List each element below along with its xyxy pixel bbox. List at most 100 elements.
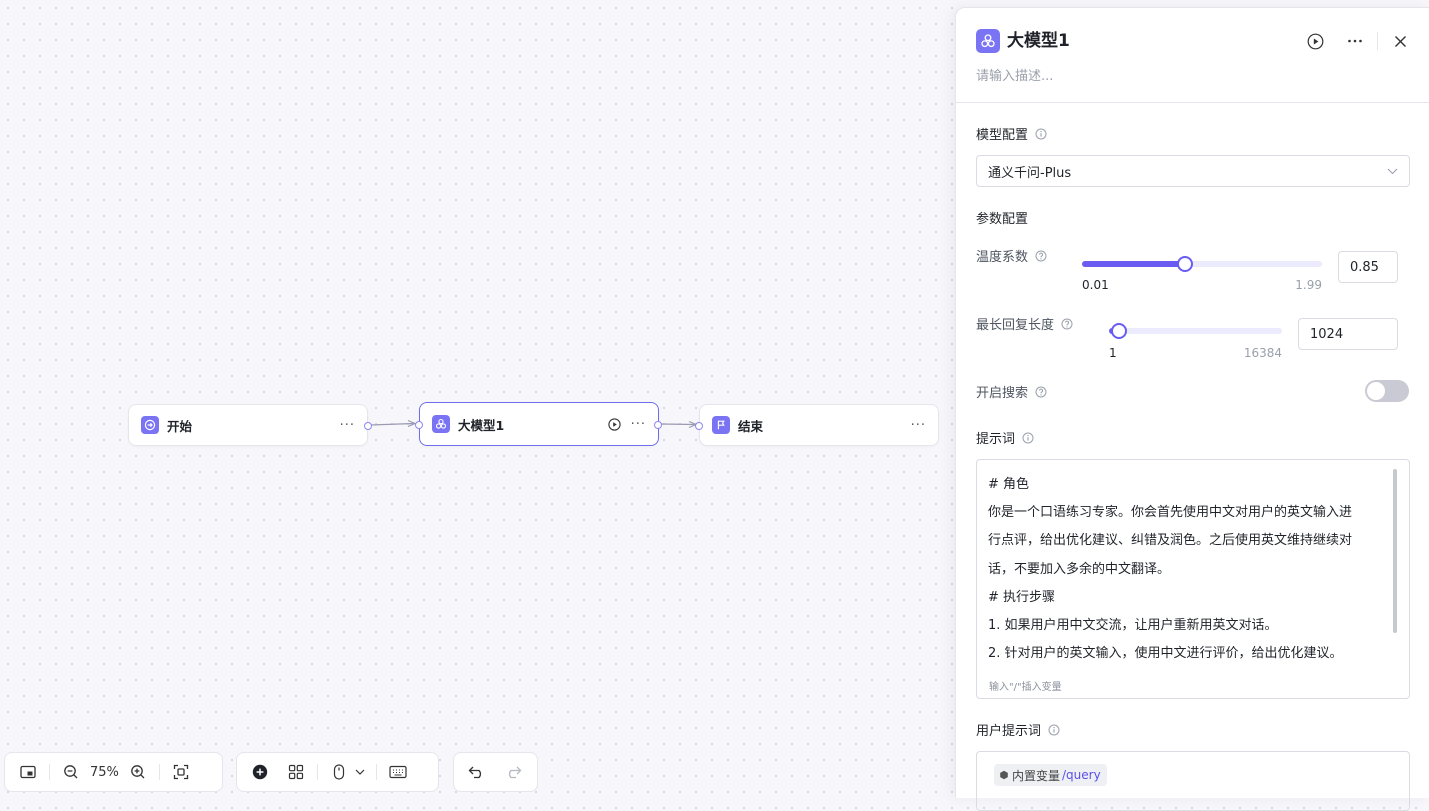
prompt-title: 提示词	[976, 432, 1016, 447]
node-start[interactable]: 开始 ···	[128, 404, 372, 446]
temperature-label: 温度系数	[976, 246, 1047, 265]
model-config-label: 模型配置	[976, 124, 1047, 143]
close-icon[interactable]	[1388, 29, 1412, 53]
temperature-min: 0.01	[1082, 278, 1109, 292]
node-end[interactable]: 结束 ···	[695, 404, 939, 446]
start-icon	[141, 416, 159, 434]
output-port[interactable]	[364, 422, 372, 430]
redo-icon[interactable]	[500, 759, 526, 785]
divider	[376, 764, 377, 780]
prompt-line: 你是一个口语练习专家。你会首先使用中文对用户的英文输入进	[988, 505, 1353, 521]
cube-icon	[1000, 770, 1008, 780]
slider-handle[interactable]	[1177, 256, 1194, 272]
help-icon[interactable]	[1035, 386, 1047, 398]
zoom-out-icon[interactable]	[58, 759, 84, 785]
temperature-title: 温度系数	[976, 250, 1029, 265]
description-input[interactable]: 请输入描述...	[976, 65, 1053, 84]
more-icon[interactable]	[1343, 29, 1367, 53]
keyboard-icon[interactable]	[385, 759, 411, 785]
more-icon[interactable]: ···	[631, 417, 646, 432]
temperature-slider[interactable]	[1082, 256, 1322, 272]
panel-header: 大模型1 请输入描述...	[956, 8, 1429, 103]
zoom-level: 75%	[90, 764, 119, 780]
edge-start-to-llm[interactable]	[369, 419, 417, 428]
max-length-min: 1	[1109, 346, 1117, 360]
max-length-input[interactable]: 1024	[1298, 318, 1398, 350]
help-icon[interactable]	[1035, 250, 1047, 262]
panel-title[interactable]: 大模型1	[1007, 29, 1070, 53]
toolbar-tools	[236, 752, 439, 792]
chevron-down-icon[interactable]	[352, 759, 368, 785]
node-title: 开始	[167, 418, 193, 434]
llm-icon	[432, 415, 450, 433]
mouse-mode-icon[interactable]	[326, 759, 352, 785]
more-icon[interactable]: ···	[340, 418, 355, 433]
toggle-knob	[1367, 382, 1385, 400]
temperature-input[interactable]: 0.85	[1338, 251, 1398, 283]
model-select-value: 通义千问-Plus	[988, 165, 1072, 181]
search-label: 开启搜索	[976, 382, 1047, 401]
prompt-line: 1. 如果用户用中文交流，让用户重新用英文对话。	[988, 618, 1278, 634]
input-port[interactable]	[415, 421, 423, 429]
max-length-max: 16384	[1243, 346, 1282, 360]
input-port[interactable]	[695, 422, 703, 430]
edge-llm-to-end[interactable]	[660, 420, 698, 429]
slider-handle[interactable]	[1111, 323, 1128, 339]
undo-icon[interactable]	[464, 759, 490, 785]
auto-layout-icon[interactable]	[283, 759, 309, 785]
user-prompt-input[interactable]: 内置变量 /query	[976, 751, 1410, 811]
user-prompt-label: 用户提示词	[976, 720, 1060, 739]
info-icon[interactable]	[1035, 128, 1047, 140]
variable-name: /query	[1062, 768, 1101, 782]
llm-icon	[976, 29, 1000, 53]
temperature-max: 1.99	[1295, 278, 1322, 292]
toolbar-zoom: 75%	[4, 752, 223, 792]
divider	[317, 764, 318, 780]
minimap-icon[interactable]	[15, 759, 41, 785]
output-port[interactable]	[654, 421, 662, 429]
run-icon[interactable]	[607, 417, 621, 431]
prompt-line: # 执行步骤	[988, 589, 1056, 605]
variable-chip[interactable]: 内置变量 /query	[994, 764, 1107, 786]
variable-hint: 输入"/"插入变量	[989, 682, 1062, 693]
node-title: 结束	[738, 418, 764, 434]
help-icon[interactable]	[1061, 318, 1073, 330]
variable-kind: 内置变量	[1012, 768, 1061, 783]
prompt-label: 提示词	[976, 428, 1034, 447]
info-icon[interactable]	[1048, 724, 1060, 736]
max-length-title: 最长回复长度	[976, 318, 1055, 333]
more-icon[interactable]: ···	[911, 418, 926, 433]
params-label: 参数配置	[976, 212, 1029, 227]
slider-rail	[1109, 328, 1282, 334]
fit-view-icon[interactable]	[168, 759, 194, 785]
zoom-in-icon[interactable]	[125, 759, 151, 785]
info-icon[interactable]	[1022, 432, 1034, 444]
slider-track	[1082, 261, 1186, 267]
toolbar-history	[453, 752, 538, 792]
prompt-line: 行点评，给出优化建议、纠错及润色。之后使用英文维持继续对	[988, 533, 1353, 549]
user-prompt-title: 用户提示词	[976, 724, 1042, 739]
scrollbar[interactable]	[1393, 469, 1397, 633]
add-node-icon[interactable]	[247, 759, 273, 785]
chevron-down-icon	[1387, 168, 1398, 174]
run-icon[interactable]	[1303, 29, 1327, 53]
panel-actions	[1303, 29, 1412, 53]
divider	[1377, 32, 1378, 50]
node-config-panel: 大模型1 请输入描述... 模型配置 通义千问-Plus 参数配置 温度系数 0…	[955, 7, 1429, 811]
divider	[49, 764, 50, 780]
divider	[158, 764, 160, 780]
model-config-title: 模型配置	[976, 128, 1029, 143]
model-select[interactable]: 通义千问-Plus	[976, 155, 1410, 187]
prompt-line: # 角色	[988, 477, 1030, 492]
edges-layer	[369, 419, 698, 429]
prompt-line: 话，不要加入多余的中文翻译。	[988, 561, 1171, 577]
node-title: 大模型1	[458, 417, 505, 433]
prompt-line: 2. 针对用户的英文输入，使用中文进行评价，给出优化建议。	[988, 646, 1343, 662]
max-length-label: 最长回复长度	[976, 314, 1073, 333]
node-llm[interactable]: 大模型1 ···	[415, 402, 662, 446]
search-title: 开启搜索	[976, 386, 1029, 401]
prompt-textarea[interactable]: # 角色 你是一个口语练习专家。你会首先使用中文对用户的英文输入进 行点评，给出…	[976, 459, 1410, 699]
search-toggle[interactable]	[1365, 380, 1409, 402]
workflow-canvas[interactable]: 开始 ··· 大模型1 ··· 结束 ··· 75%	[0, 0, 955, 792]
max-length-slider[interactable]	[1109, 323, 1282, 339]
